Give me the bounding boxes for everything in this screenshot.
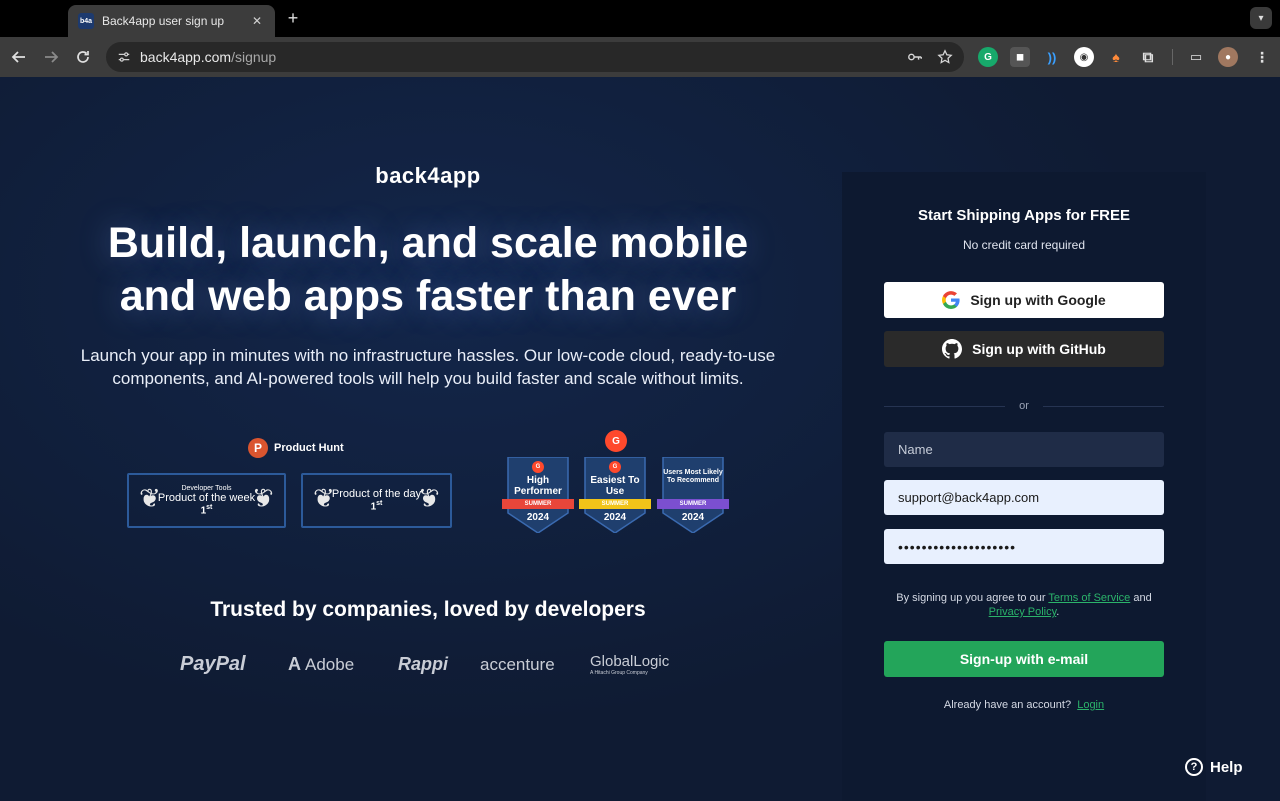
signup-panel: Start Shipping Apps for FREE No credit c… (842, 172, 1206, 801)
g2-badge-easiest-to-use: G Easiest To Use SUMMER 2024 (579, 457, 651, 533)
laurel-right-icon: ❦ (252, 483, 274, 513)
github-signup-label: Sign up with GitHub (972, 341, 1106, 357)
browser-tabstrip: b4a Back4app user sign up ✕ + ▾ (0, 0, 1280, 37)
hero-headline: Build, launch, and scale mobile and web … (60, 217, 796, 323)
tab-search-chevron-icon[interactable]: ▾ (1250, 7, 1272, 29)
paypal-logo: PayPal (180, 653, 246, 675)
trusted-heading: Trusted by companies, loved by developer… (210, 598, 646, 621)
laurel-left-icon: ❦ (139, 483, 161, 513)
tab-title: Back4app user sign up (102, 14, 225, 28)
producthunt-label: P Product Hunt (248, 438, 344, 458)
extensions-puzzle-icon[interactable]: ⧉ (1138, 47, 1158, 67)
help-icon: ? (1185, 758, 1203, 776)
email-signup-button[interactable]: Sign-up with e-mail (884, 641, 1164, 677)
adobe-mark-icon: A (288, 654, 301, 674)
award-title: Product of the day (331, 488, 422, 501)
privacy-policy-link[interactable]: Privacy Policy (989, 606, 1057, 618)
signup-subtitle: No credit card required (962, 238, 1086, 252)
login-link[interactable]: Login (1077, 699, 1104, 711)
brand-logos: PayPal A Adobe Rappi accenture GlobalLogi… (180, 653, 700, 676)
email-input[interactable]: support@back4app.com (884, 480, 1164, 515)
accenture-logo: accenture (480, 654, 555, 674)
globallogic-logo: GlobalLogic A Hitachi Group Company (590, 653, 670, 676)
g2-badge-year: 2024 (681, 512, 705, 523)
forward-arrow-icon[interactable] (40, 46, 62, 68)
password-key-icon[interactable] (906, 48, 924, 66)
grammarly-extension-icon[interactable]: G (978, 47, 998, 67)
help-button[interactable]: ? Help (1185, 758, 1243, 776)
rappi-logo: Rappi (398, 654, 449, 674)
or-label: or (1019, 400, 1029, 412)
hero-subtitle: Launch your app in minutes with no infra… (80, 346, 776, 388)
g2-badge-year: 2024 (603, 512, 627, 523)
g2-badge-season: SUMMER (502, 499, 574, 509)
award-rank: 1st (370, 500, 383, 513)
github-icon (942, 339, 963, 359)
g2-badge-title: Users Most Likely To Recommend (663, 469, 723, 484)
signup-title: Start Shipping Apps for FREE (918, 207, 1130, 224)
github-signup-button[interactable]: Sign up with GitHub (884, 331, 1164, 367)
close-tab-icon[interactable]: ✕ (249, 13, 265, 29)
fox-extension-icon[interactable]: ♠ (1106, 47, 1126, 67)
back4app-favicon-icon: b4a (78, 13, 94, 29)
user-avatar[interactable]: ● (1218, 47, 1238, 67)
adobe-logo: A Adobe (288, 654, 355, 674)
award-category: Developer Tools (181, 484, 232, 492)
login-prompt: Already have an account? Login (943, 699, 1105, 711)
site-settings-icon[interactable] (116, 49, 132, 65)
award-product-of-week: ❦ Developer Tools Product of the week 1s… (127, 473, 286, 528)
headline-line-2: and web apps faster than ever (119, 272, 737, 320)
browser-toolbar: back4app.com/signup G ◼ )) ◉ ♠ ⧉ ▭ ● ⋮ (0, 37, 1280, 77)
email-signup-label: Sign-up with e-mail (959, 651, 1089, 667)
g2-badge-title: Easiest To Use (590, 475, 640, 497)
headline-line-1: Build, launch, and scale mobile (107, 219, 749, 267)
g2-badge-season: SUMMER (657, 499, 729, 509)
cast-icon[interactable]: ▭ (1186, 47, 1206, 67)
laurel-right-icon: ❦ (418, 483, 440, 513)
award-rank: 1st (200, 503, 213, 517)
help-label: Help (1210, 758, 1243, 776)
award-title: Product of the week (157, 491, 256, 504)
g2-badge-title: High Performer (514, 475, 562, 497)
name-input[interactable]: Name (884, 432, 1164, 467)
address-bar[interactable]: back4app.com/signup (106, 42, 964, 72)
google-icon (942, 291, 960, 309)
bookmark-star-icon[interactable] (936, 48, 954, 66)
profile-extension-icon[interactable]: ◉ (1074, 47, 1094, 67)
laurel-left-icon: ❦ (313, 483, 335, 513)
g2-badge-high-performer: G High Performer SUMMER 2024 (502, 457, 574, 533)
producthunt-text: Product Hunt (274, 442, 344, 454)
signup-page: back4app Build, launch, and scale mobile… (0, 77, 1280, 801)
new-tab-icon[interactable]: + (283, 8, 303, 28)
back-arrow-icon[interactable] (8, 46, 30, 68)
award-product-of-day: ❦ Product of the day 1st ❦ (301, 473, 452, 528)
reload-icon[interactable] (72, 46, 94, 68)
g2-badge-logo-icon: G (532, 461, 544, 473)
browser-menu-icon[interactable]: ⋮ (1252, 47, 1272, 67)
g2-badge-likely-to-recommend: Users Most Likely To Recommend SUMMER 20… (657, 457, 729, 533)
toolbar-separator (1172, 49, 1173, 65)
terms-of-service-link[interactable]: Terms of Service (1048, 592, 1130, 604)
g2-badge-logo-icon: G (609, 461, 621, 473)
browser-tab[interactable]: b4a Back4app user sign up ✕ (68, 5, 275, 37)
g2-badge-year: 2024 (526, 512, 550, 523)
audio-extension-icon[interactable]: )) (1042, 47, 1062, 67)
g2-badge-season: SUMMER (579, 499, 651, 509)
g2-logo-icon: G (605, 430, 627, 452)
password-input[interactable]: •••••••••••••••••••• (884, 529, 1164, 564)
back4app-logo[interactable]: back4app (0, 163, 856, 189)
google-signup-button[interactable]: Sign up with Google (884, 282, 1164, 318)
producthunt-icon: P (248, 438, 268, 458)
url-path: /signup (231, 49, 277, 65)
terms-notice: By signing up you agree to our Terms of … (896, 592, 1152, 618)
google-signup-label: Sign up with Google (970, 292, 1106, 308)
url-host: back4app.com (140, 49, 232, 65)
or-divider: or (884, 400, 1164, 412)
extension-icon[interactable]: ◼ (1010, 47, 1030, 67)
